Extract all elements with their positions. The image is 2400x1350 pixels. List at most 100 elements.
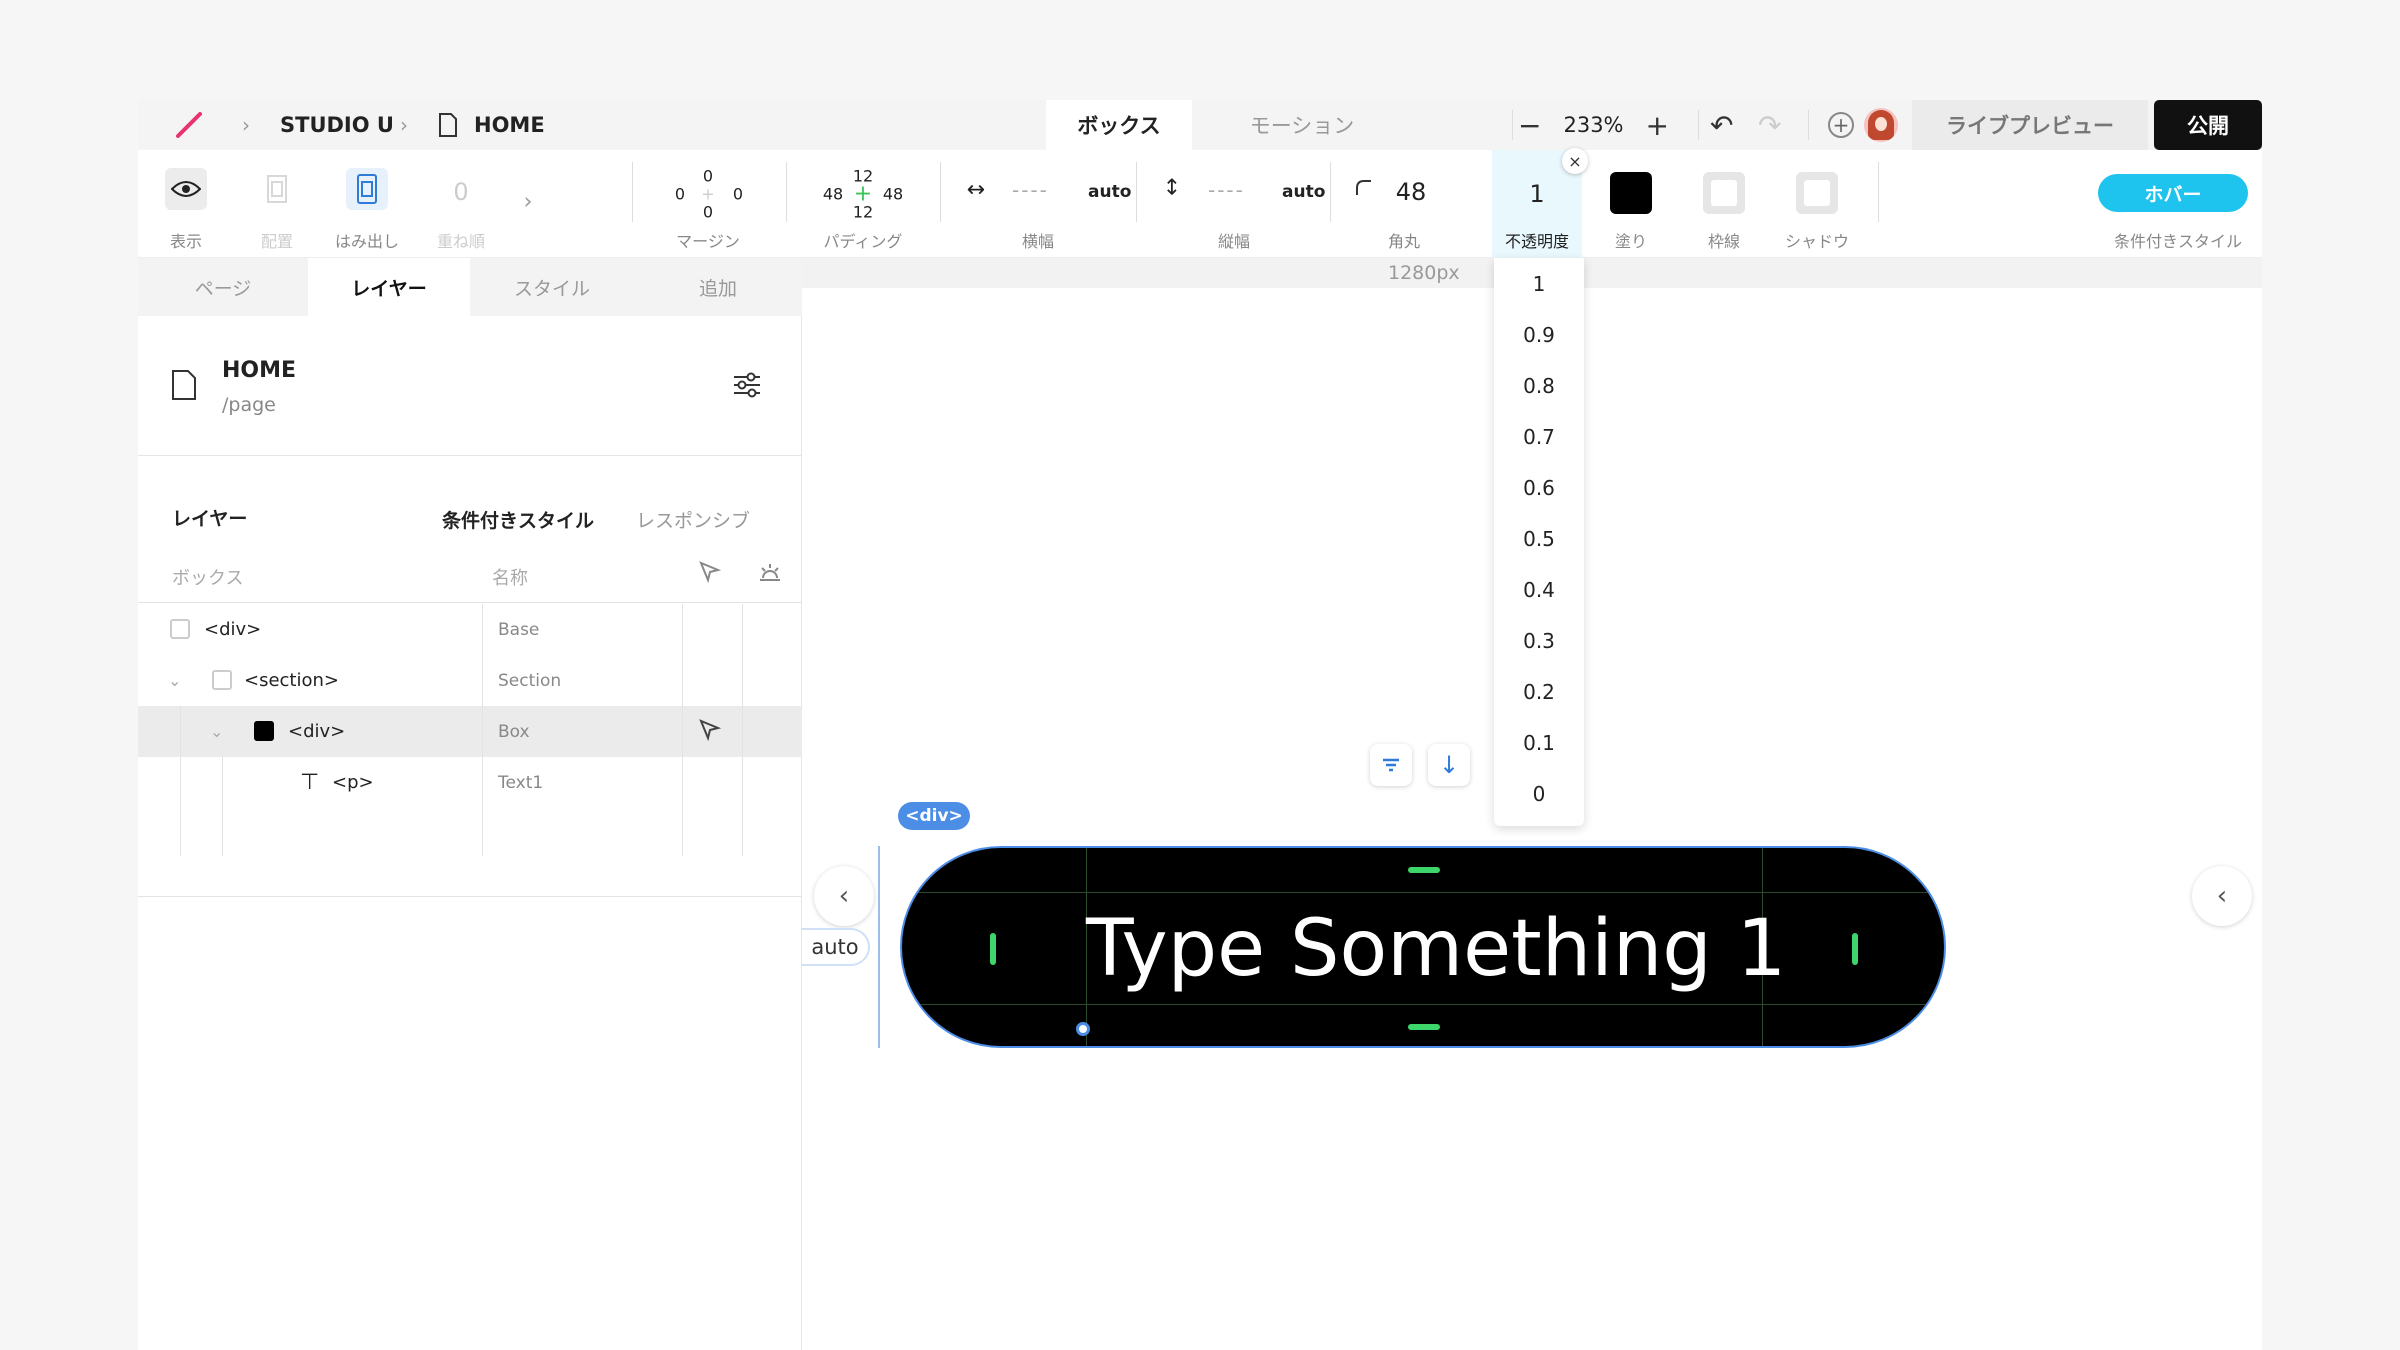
layer-row-section[interactable]: ⌄ <section> Section: [138, 655, 802, 706]
margin-left[interactable]: 0: [675, 185, 685, 204]
layers-heading: レイヤー: [172, 508, 248, 530]
width-arrow-icon: ↔: [966, 177, 986, 203]
padding-handle-top[interactable]: [1408, 867, 1440, 873]
visibility-sun-icon[interactable]: [758, 560, 782, 588]
conditional-style-label: 条件付きスタイル: [2113, 232, 2243, 251]
opacity-option[interactable]: 1: [1494, 258, 1584, 309]
layer-name: Section: [498, 670, 562, 691]
padding-left[interactable]: 48: [823, 185, 843, 204]
chevron-right-icon[interactable]: ›: [524, 190, 533, 215]
opacity-option[interactable]: 0.4: [1494, 564, 1584, 615]
chevron-down-icon[interactable]: ⌄: [210, 706, 223, 757]
tab-responsive[interactable]: レスポンシブ: [636, 506, 750, 533]
chevron-left-icon[interactable]: ‹: [2192, 866, 2252, 926]
border-label: 枠線: [1707, 232, 1741, 251]
height-value[interactable]: ----: [1208, 178, 1245, 202]
width-value[interactable]: ----: [1012, 178, 1049, 202]
opacity-value[interactable]: 1: [1529, 180, 1544, 208]
layer-row-p[interactable]: ⊤ <p> Text1: [138, 757, 802, 808]
opacity-option[interactable]: 0.7: [1494, 411, 1584, 462]
fill-swatch[interactable]: [1610, 172, 1652, 214]
opacity-option[interactable]: 0: [1494, 768, 1584, 819]
overlap-value[interactable]: 0: [453, 178, 468, 206]
breadcrumb-project[interactable]: STUDIO U: [280, 100, 394, 150]
zoom-level[interactable]: 233%: [1563, 113, 1623, 137]
overflow-icon[interactable]: [346, 168, 388, 210]
tab-layer[interactable]: レイヤー: [308, 258, 470, 316]
arrow-down-icon[interactable]: ↓: [1428, 744, 1470, 786]
padding-handle-bottom[interactable]: [1408, 1024, 1440, 1030]
breadcrumb-chevron-icon: ›: [242, 113, 250, 137]
page-path: /page: [222, 394, 276, 416]
padding-right[interactable]: 48: [883, 185, 903, 204]
settings-sliders-icon[interactable]: [732, 372, 762, 402]
cursor-hover-icon[interactable]: [698, 718, 722, 746]
panel-tabs: ページ レイヤー スタイル 追加: [138, 258, 802, 316]
undo-icon[interactable]: ↶: [1710, 100, 1733, 150]
tab-motion[interactable]: モーション: [1192, 100, 1412, 150]
redo-icon[interactable]: ↷: [1758, 100, 1781, 150]
auto-height-label: auto: [802, 928, 870, 966]
align-icon[interactable]: [1370, 744, 1412, 786]
page-info: HOME /page: [138, 316, 802, 456]
tab-style[interactable]: スタイル: [470, 258, 634, 316]
tab-add[interactable]: 追加: [634, 258, 802, 316]
zoom-out-button[interactable]: −: [1518, 109, 1541, 142]
box-text[interactable]: Type Something 1: [1086, 904, 1786, 994]
divider: [1136, 162, 1137, 222]
margin-label: マージン: [676, 232, 740, 251]
layer-tag: <div>: [204, 619, 262, 640]
tab-box[interactable]: ボックス: [1046, 100, 1192, 150]
breadcrumb-page[interactable]: HOME: [474, 100, 545, 150]
layout-icon[interactable]: [256, 168, 298, 210]
divider: [1808, 110, 1809, 140]
layer-name: Box: [498, 721, 530, 742]
avatar[interactable]: [1864, 108, 1898, 142]
opacity-option[interactable]: 0.8: [1494, 360, 1584, 411]
border-swatch[interactable]: [1703, 172, 1745, 214]
layer-row-box-selected[interactable]: ⌄ <div> Box: [138, 706, 802, 757]
live-preview-button[interactable]: ライブプレビュー: [1912, 100, 2148, 150]
chevron-left-icon[interactable]: ‹: [814, 866, 874, 926]
padding-handle-left[interactable]: [990, 933, 996, 965]
fill-label: 塗り: [1614, 232, 1648, 251]
chevron-down-icon[interactable]: ⌄: [168, 655, 181, 706]
opacity-option[interactable]: 0.9: [1494, 309, 1584, 360]
selected-box-element[interactable]: Type Something 1: [900, 846, 1946, 1048]
height-unit[interactable]: auto: [1282, 182, 1325, 202]
width-unit[interactable]: auto: [1088, 182, 1131, 202]
layer-row-div[interactable]: <div> Base: [138, 604, 802, 655]
divider: [1698, 110, 1699, 140]
logo-icon[interactable]: [174, 100, 204, 150]
layer-checkbox[interactable]: [170, 619, 190, 639]
width-label: 横幅: [1021, 232, 1055, 251]
shadow-swatch[interactable]: [1796, 172, 1838, 214]
layer-color-chip[interactable]: [254, 721, 274, 741]
margin-bottom[interactable]: 0: [703, 203, 713, 222]
hover-button[interactable]: ホバー: [2098, 174, 2248, 212]
opacity-option[interactable]: 0.5: [1494, 513, 1584, 564]
padding-handle-right[interactable]: [1852, 933, 1858, 965]
opacity-option[interactable]: 0.3: [1494, 615, 1584, 666]
publish-button[interactable]: 公開: [2154, 100, 2262, 150]
tab-page[interactable]: ページ: [138, 258, 308, 316]
resize-handle[interactable]: [1076, 1022, 1090, 1036]
opacity-option[interactable]: 0.2: [1494, 666, 1584, 717]
cursor-hover-icon[interactable]: [698, 560, 722, 588]
divider: [786, 162, 787, 222]
eye-icon[interactable]: [165, 168, 207, 210]
opacity-option[interactable]: 0.6: [1494, 462, 1584, 513]
left-panel: ページ レイヤー スタイル 追加 HOME /page レイヤー 条件付きスタイ…: [138, 258, 802, 1350]
layer-checkbox[interactable]: [212, 670, 232, 690]
opacity-option[interactable]: 0.1: [1494, 717, 1584, 768]
tab-conditional-style[interactable]: 条件付きスタイル: [442, 506, 594, 533]
margin-right[interactable]: 0: [733, 185, 743, 204]
zoom-in-button[interactable]: +: [1646, 109, 1669, 142]
invite-plus-icon[interactable]: +: [1828, 112, 1854, 138]
opacity-dropdown: 1 0.9 0.8 0.7 0.6 0.5 0.4 0.3 0.2 0.1 0: [1494, 258, 1584, 826]
close-icon[interactable]: ×: [1562, 148, 1588, 174]
radius-value[interactable]: 48: [1396, 178, 1427, 206]
divider: [1878, 162, 1879, 222]
column-divider: [482, 604, 483, 856]
margin-top[interactable]: 0: [703, 167, 713, 186]
